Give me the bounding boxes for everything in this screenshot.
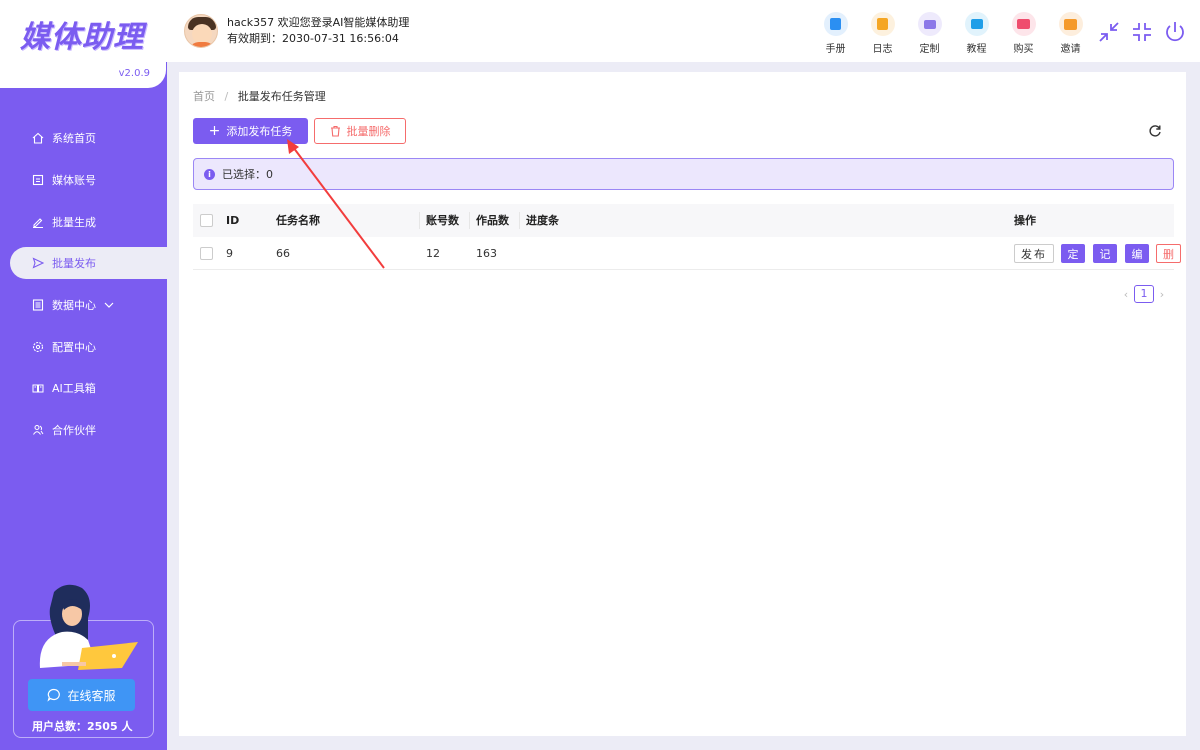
schedule-button[interactable]: 定 [1061, 244, 1085, 263]
record-button[interactable]: 记 [1093, 244, 1117, 263]
invite-icon [1058, 12, 1083, 36]
pagination: ‹ 1 › [1118, 285, 1170, 303]
manual-icon [823, 12, 848, 36]
column-progress[interactable]: 进度条 [526, 204, 559, 237]
breadcrumb: 首页 / 批量发布任务管理 [193, 88, 326, 104]
breadcrumb-current: 批量发布任务管理 [237, 90, 326, 103]
column-work-count[interactable]: 作品数 [476, 204, 509, 237]
row-id: 9 [226, 247, 233, 260]
toolbox-icon [32, 382, 44, 394]
next-page-icon[interactable]: › [1154, 288, 1170, 301]
online-support-button[interactable]: 在线客服 [28, 679, 135, 711]
sidebar-item-data-center[interactable]: 数据中心 [10, 289, 167, 321]
app-logo: 媒体助理 [20, 20, 144, 55]
account-icon [32, 174, 44, 186]
edit-button[interactable]: 编 [1125, 244, 1149, 263]
user-total: 用户总数：2505 人 [32, 720, 133, 733]
custom-icon [917, 12, 942, 36]
page-number[interactable]: 1 [1134, 285, 1154, 303]
tool-log[interactable]: 日志 [859, 12, 906, 55]
tool-tutorial[interactable]: 教程 [953, 12, 1000, 55]
sidebar-item-partners[interactable]: 合作伙伴 [10, 414, 167, 446]
prev-page-icon[interactable]: ‹ [1118, 288, 1134, 301]
chevron-down-icon [104, 299, 114, 312]
sidebar-item-home[interactable]: 系统首页 [10, 122, 167, 154]
sidebar-item-publish[interactable]: 批量发布 [10, 247, 167, 279]
chat-icon [47, 688, 61, 702]
sidebar-item-generate[interactable]: 批量生成 [10, 206, 167, 238]
breadcrumb-separator: / [224, 90, 229, 103]
header-tools: 手册 日志 定制 教程 购买 邀请 [812, 12, 1094, 55]
purchase-icon [1011, 12, 1036, 36]
tool-purchase[interactable]: 购买 [1000, 12, 1047, 55]
user-info: hack357 欢迎您登录AI智能媒体助理 有效期到：2030-07-31 16… [184, 14, 409, 48]
support-illustration [39, 584, 138, 670]
partner-icon [32, 424, 44, 436]
restore-window-icon[interactable] [1130, 20, 1154, 44]
app-version: v2.0.9 [118, 68, 150, 79]
home-icon [32, 132, 44, 144]
table-row[interactable]: 9 66 12 163 发布 定 记 编 删 [193, 237, 1181, 270]
settings-icon [32, 341, 44, 353]
delete-button[interactable]: 删 [1156, 244, 1181, 263]
refresh-icon[interactable] [1148, 124, 1162, 138]
select-all-checkbox[interactable] [200, 214, 213, 227]
column-account-count[interactable]: 账号数 [426, 204, 459, 237]
row-account-count: 12 [426, 247, 440, 260]
tool-invite[interactable]: 邀请 [1047, 12, 1094, 55]
column-id[interactable]: ID [226, 204, 239, 237]
add-task-button[interactable]: + 添加发布任务 [193, 118, 308, 144]
welcome-text: hack357 欢迎您登录AI智能媒体助理 [227, 16, 410, 29]
tool-manual[interactable]: 手册 [812, 12, 859, 55]
data-icon [32, 299, 44, 311]
trash-icon [330, 125, 340, 137]
top-bar: hack357 欢迎您登录AI智能媒体助理 有效期到：2030-07-31 16… [0, 0, 1200, 62]
column-task-name[interactable]: 任务名称 [276, 204, 320, 237]
send-icon [32, 257, 44, 269]
plus-icon: + [208, 123, 221, 139]
info-icon: i [204, 168, 215, 180]
publish-button[interactable]: 发布 [1014, 244, 1054, 263]
breadcrumb-home[interactable]: 首页 [193, 90, 215, 103]
power-icon[interactable] [1163, 20, 1187, 44]
minimize-window-icon[interactable] [1097, 20, 1121, 44]
selection-count: 已选择：0 [222, 168, 273, 181]
log-icon [870, 12, 895, 36]
sidebar-item-config[interactable]: 配置中心 [10, 331, 167, 363]
expiry-text: 有效期到：2030-07-31 16:56:04 [227, 32, 399, 45]
tutorial-icon [964, 12, 989, 36]
tool-custom[interactable]: 定制 [906, 12, 953, 55]
sidebar-item-ai-toolbox[interactable]: AI工具箱 [10, 372, 167, 404]
row-work-count: 163 [476, 247, 497, 260]
edit-icon [32, 216, 44, 228]
column-operations: 操作 [1014, 214, 1036, 227]
row-task-name: 66 [276, 247, 290, 260]
avatar[interactable] [184, 14, 218, 48]
logo-area: 媒体助理 v2.0.9 [0, 0, 166, 88]
batch-delete-button[interactable]: 批量删除 [314, 118, 406, 144]
table-header: ID 任务名称 账号数 作品数 进度条 操作 [193, 204, 1174, 237]
selection-info-bar: i 已选择：0 [193, 158, 1174, 190]
row-checkbox[interactable] [200, 247, 213, 260]
sidebar-item-accounts[interactable]: 媒体账号 [10, 164, 167, 196]
main-content: 首页 / 批量发布任务管理 + 添加发布任务 批量删除 i 已选择：0 ID 任… [179, 72, 1186, 736]
